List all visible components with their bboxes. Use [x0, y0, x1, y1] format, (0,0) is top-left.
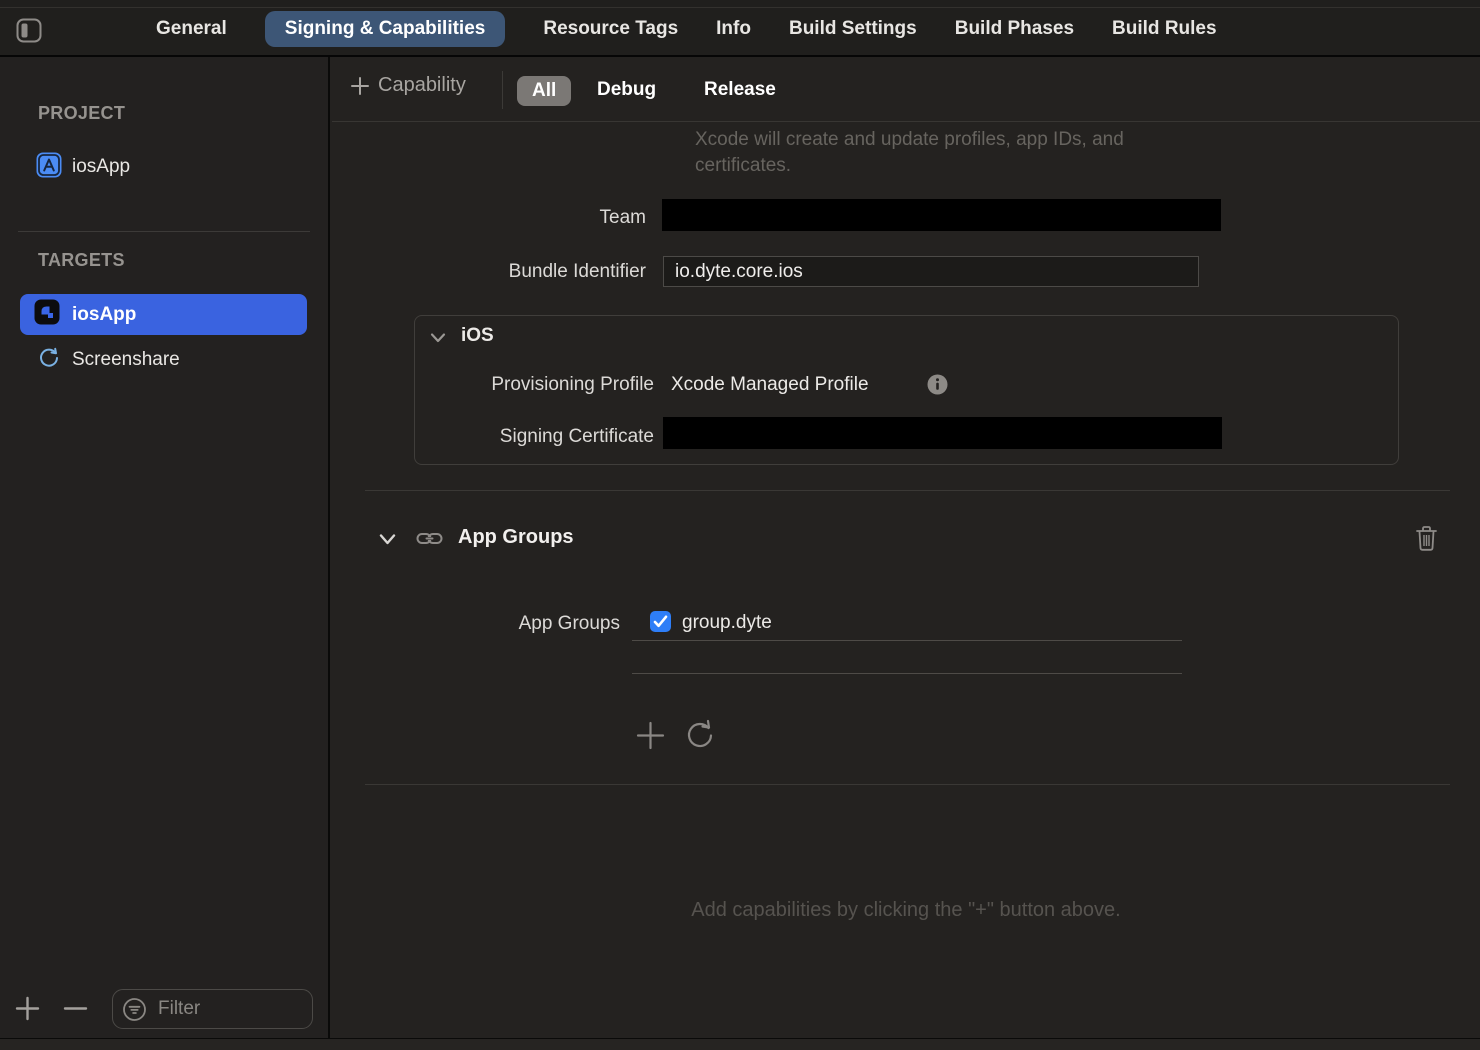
- project-section-header: PROJECT: [38, 103, 125, 124]
- chevron-down-icon[interactable]: [429, 331, 447, 350]
- sidebar-item-label: iosApp: [72, 304, 136, 326]
- top-tab-bar: General Signing & Capabilities Resource …: [0, 0, 1480, 57]
- segment-release[interactable]: Release: [704, 79, 776, 101]
- signing-certificate-value-redacted[interactable]: [663, 417, 1222, 449]
- chevron-down-icon[interactable]: [378, 532, 397, 552]
- ios-signing-group: iOS Provisioning Profile Xcode Managed P…: [414, 315, 1399, 465]
- app-store-icon: [36, 152, 62, 183]
- bottom-strip: [0, 1038, 1480, 1050]
- provisioning-profile-value: Xcode Managed Profile: [671, 374, 869, 396]
- segment-debug[interactable]: Debug: [597, 79, 656, 101]
- add-app-group-button[interactable]: [635, 720, 666, 756]
- signing-description: Xcode will create and update profiles, a…: [695, 127, 1124, 179]
- app-group-checkbox[interactable]: [650, 611, 671, 632]
- tab-signing-capabilities[interactable]: Signing & Capabilities: [265, 11, 506, 47]
- signing-certificate-label: Signing Certificate: [415, 426, 654, 448]
- remove-target-button[interactable]: [62, 995, 89, 1027]
- sidebar-item-label: iosApp: [72, 156, 130, 178]
- app-groups-section-title: App Groups: [458, 526, 574, 549]
- filter-icon: [122, 997, 147, 1022]
- targets-section-header: TARGETS: [38, 250, 125, 271]
- signing-description-line2: certificates.: [695, 153, 1124, 179]
- signing-capabilities-pane: Capability All Debug Release Xcode will …: [332, 57, 1480, 1038]
- app-group-row-underline: [632, 640, 1182, 641]
- filter-field[interactable]: [112, 989, 313, 1029]
- filter-input[interactable]: [156, 997, 296, 1021]
- add-capability-label: Capability: [378, 74, 466, 97]
- tab-row: General Signing & Capabilities Resource …: [156, 0, 1217, 57]
- signing-description-line1: Xcode will create and update profiles, a…: [695, 127, 1124, 153]
- bundle-identifier-label: Bundle Identifier: [332, 261, 646, 283]
- bundle-identifier-input[interactable]: [663, 256, 1199, 287]
- add-capability-button[interactable]: Capability: [350, 74, 466, 97]
- plus-icon: [350, 76, 370, 96]
- add-target-button[interactable]: [14, 995, 41, 1027]
- empty-capabilities-hint: Add capabilities by clicking the "+" but…: [332, 899, 1480, 922]
- capability-bar-bottom-line: [332, 121, 1480, 122]
- sidebar-item-label: Screenshare: [72, 349, 180, 371]
- app-groups-field-label: App Groups: [332, 613, 620, 635]
- ios-section-title: iOS: [461, 325, 494, 347]
- tab-build-phases[interactable]: Build Phases: [955, 18, 1074, 40]
- team-value-redacted[interactable]: [662, 199, 1221, 231]
- segment-all[interactable]: All: [517, 76, 571, 106]
- team-label: Team: [332, 207, 646, 229]
- info-icon[interactable]: [927, 374, 948, 400]
- tab-general[interactable]: General: [156, 18, 227, 40]
- tab-build-settings[interactable]: Build Settings: [789, 18, 917, 40]
- section-divider: [365, 490, 1450, 491]
- tab-info[interactable]: Info: [716, 18, 751, 40]
- provisioning-profile-label: Provisioning Profile: [415, 374, 654, 396]
- sidebar-item-project-iosapp[interactable]: iosApp: [0, 149, 328, 185]
- project-navigator-sidebar: PROJECT iosApp TARGETS iosApp: [0, 57, 330, 1038]
- sidebar-item-target-iosapp[interactable]: iosApp: [20, 294, 307, 335]
- checkmark-icon: [653, 615, 668, 628]
- sidebar-divider: [18, 231, 310, 232]
- refresh-app-groups-button[interactable]: [682, 717, 716, 758]
- trash-icon[interactable]: [1415, 525, 1438, 557]
- xcode-window: General Signing & Capabilities Resource …: [0, 0, 1480, 1050]
- dyte-app-icon: [34, 299, 60, 330]
- link-icon: [416, 529, 443, 553]
- section-divider: [365, 784, 1450, 785]
- tab-build-rules[interactable]: Build Rules: [1112, 18, 1217, 40]
- app-group-item-label[interactable]: group.dyte: [682, 612, 772, 634]
- tab-resource-tags[interactable]: Resource Tags: [543, 18, 678, 40]
- sidebar-item-target-screenshare[interactable]: Screenshare: [0, 342, 328, 378]
- refresh-icon: [38, 347, 60, 374]
- capability-bar-divider: [502, 71, 503, 109]
- sidebar-toggle-icon[interactable]: [16, 17, 43, 44]
- app-group-empty-row-underline: [632, 673, 1182, 674]
